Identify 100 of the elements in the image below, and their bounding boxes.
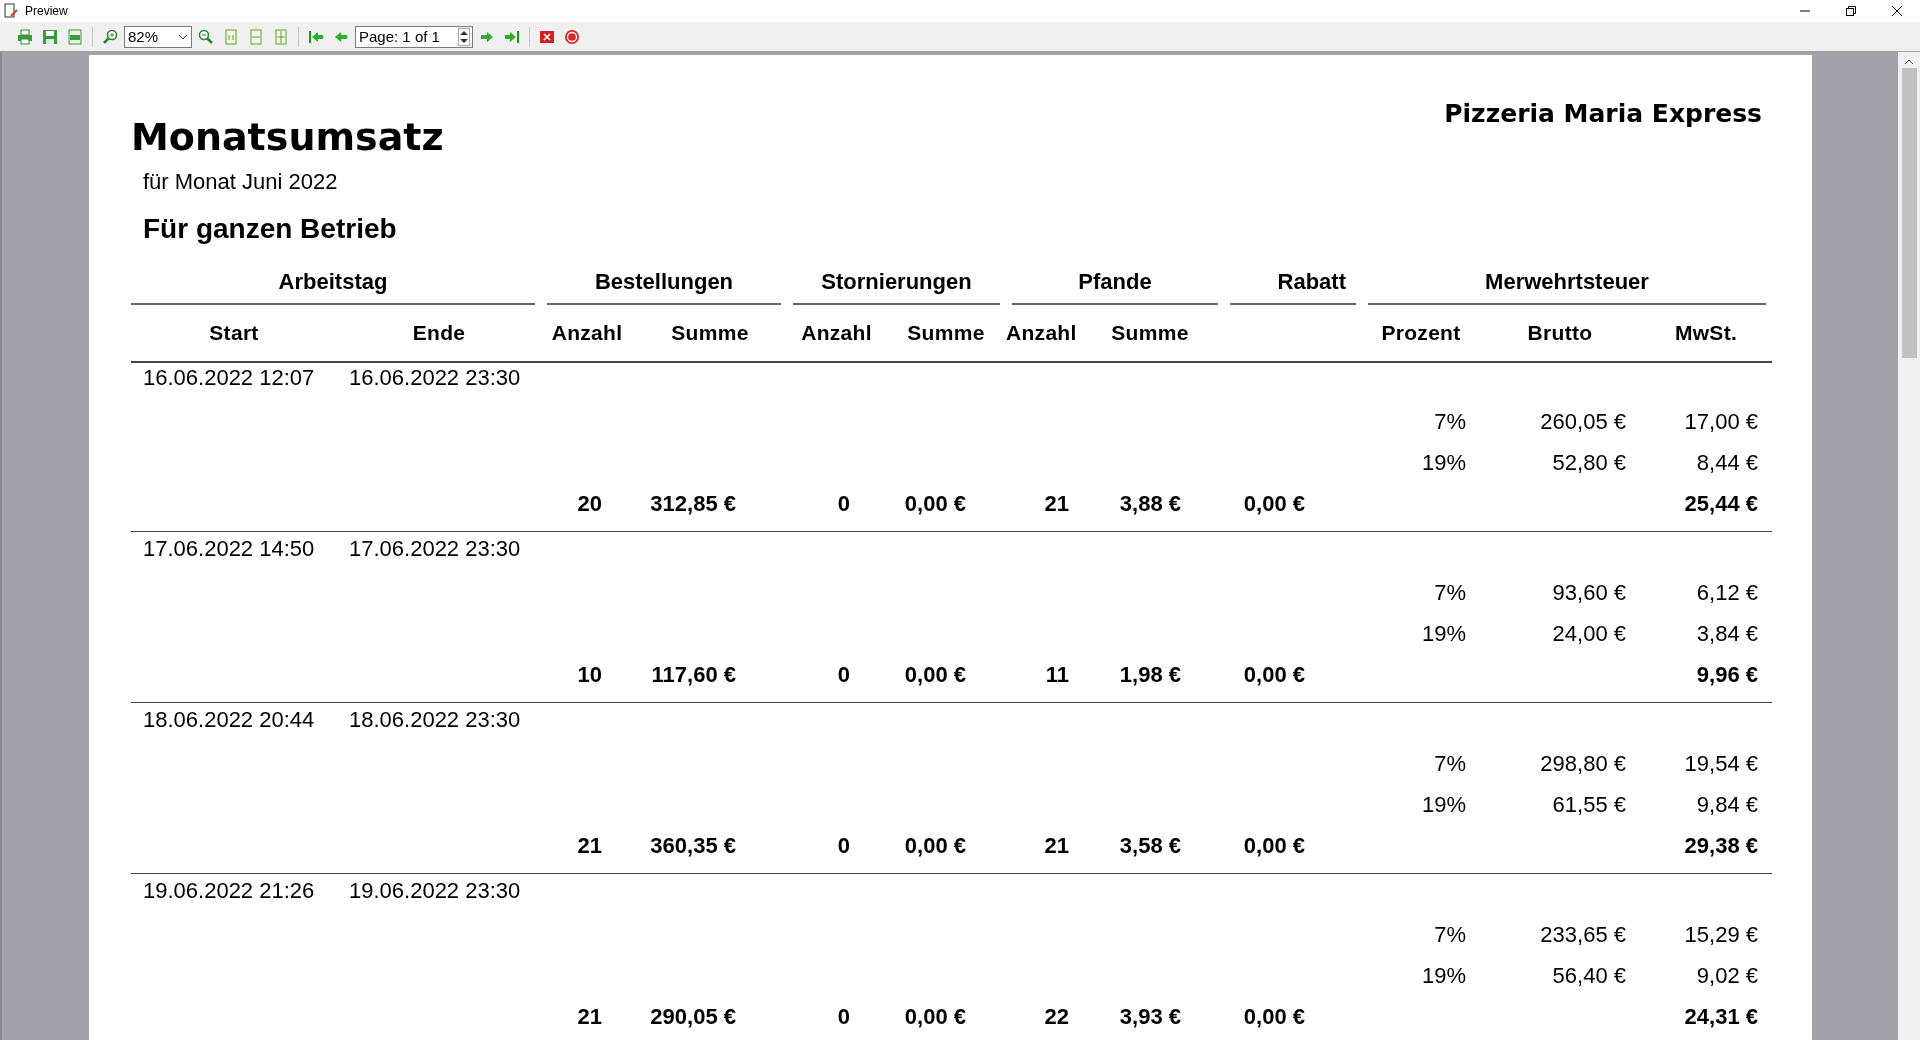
table-cell-text: 1,98 € (1118, 661, 1182, 689)
window-title: Preview (25, 4, 69, 18)
column-header: Anzahl (1006, 305, 1076, 363)
table-cell-text: 21 (1043, 832, 1070, 860)
last-page-icon (504, 28, 520, 45)
column-header: Start (131, 305, 337, 363)
table-cell-text: 93,60 € (1551, 579, 1627, 607)
table-cell-text: 0,00 € (1242, 661, 1306, 689)
table-cell-text: 3,58 € (1118, 832, 1182, 860)
column-header: MwSt. (1640, 305, 1772, 363)
table-cell-text: 20 (576, 490, 603, 518)
spin-down-icon[interactable] (460, 38, 468, 43)
table-cell-text: 24,31 € (1683, 1003, 1759, 1031)
table-cell-text: 360,35 € (649, 832, 737, 860)
table-cell-text: 21 (576, 832, 603, 860)
table-cell-text: 3,93 € (1118, 1003, 1182, 1031)
close-icon (1891, 5, 1903, 17)
table-cell-text: 298,80 € (1539, 750, 1627, 778)
table-cell-text: 0,00 € (903, 832, 967, 860)
table-cell-text: 18.06.2022 23:30 (348, 706, 522, 734)
zoom-dropdown[interactable]: 82% (124, 25, 192, 48)
table-cell-text: 3,84 € (1695, 620, 1759, 648)
group-header: Merwehrtsteuer (1368, 257, 1766, 305)
report-title: Monatsumsatz (131, 115, 444, 159)
column-header: Anzahl (787, 305, 886, 363)
table-cell-text: 10 (576, 661, 603, 689)
column-header: Ende (337, 305, 541, 363)
table-cell-text: 15,29 € (1683, 921, 1759, 949)
table-cell-text: 9,84 € (1695, 791, 1759, 819)
report-period: für Monat Juni 2022 (143, 169, 339, 195)
table-cell-text: 7% (1433, 921, 1467, 949)
table-cell-text: 21 (576, 1003, 603, 1031)
table-cell-text: 16.06.2022 23:30 (348, 364, 522, 392)
table-cell-text: 19% (1420, 449, 1467, 477)
table-cell-text: 17.06.2022 14:50 (142, 535, 316, 563)
table-cell-text: 0,00 € (903, 1003, 967, 1031)
report-scope: Für ganzen Betrieb (143, 213, 398, 245)
table-cell-text: 29,38 € (1683, 832, 1759, 860)
table-cell-text: 19% (1420, 962, 1467, 990)
table-cell-text: 8,44 € (1695, 449, 1759, 477)
table-cell-text: 260,05 € (1539, 408, 1627, 436)
table-cell-text: 52,80 € (1551, 449, 1627, 477)
column-header: Prozent (1362, 305, 1480, 363)
table-cell-text: 0 (836, 661, 851, 689)
table-cell-text: 0 (836, 490, 851, 518)
app-icon (3, 3, 19, 19)
table-cell-text: 22 (1043, 1003, 1070, 1031)
table-cell-text: 7% (1433, 408, 1467, 436)
column-header: Summe (886, 305, 1006, 363)
help-icon (564, 28, 580, 45)
table-cell-text: 0,00 € (1242, 490, 1306, 518)
table-cell-text: 61,55 € (1551, 791, 1627, 819)
table-cell-text: 0,00 € (903, 490, 967, 518)
table-cell-text: 0,00 € (903, 661, 967, 689)
table-cell-text: 3,88 € (1118, 490, 1182, 518)
table-cell-text: 19.06.2022 21:26 (142, 877, 316, 905)
group-header: Pfande (1012, 257, 1218, 305)
table-cell-text: 19.06.2022 23:30 (348, 877, 522, 905)
close-icon (539, 28, 555, 45)
column-header: Summe (633, 305, 787, 363)
table-cell-text: 9,96 € (1695, 661, 1759, 689)
table-cell-text: 16.06.2022 12:07 (142, 364, 316, 392)
first-page-icon (308, 28, 324, 45)
table-cell-text: 0 (836, 832, 851, 860)
column-header: Summe (1076, 305, 1224, 363)
table-cell-text: 117,60 € (650, 661, 737, 689)
group-header: Arbeitstag (131, 257, 535, 305)
table-cell-text: 0,00 € (1242, 832, 1306, 860)
scroll-up-icon[interactable] (1904, 58, 1914, 66)
group-header: Stornierungen (793, 257, 1000, 305)
table-cell-text: 9,02 € (1695, 962, 1759, 990)
column-header: Brutto (1480, 305, 1640, 363)
table-cell-text: 312,85 € (649, 490, 737, 518)
table-cell-text: 0,00 € (1242, 1003, 1306, 1031)
table-cell-text: 18.06.2022 20:44 (142, 706, 316, 734)
table-cell-text: 7% (1433, 579, 1467, 607)
table-cell-text: 19% (1420, 791, 1467, 819)
spin-up-icon[interactable] (460, 30, 468, 35)
group-header: Rabatt (1230, 257, 1356, 305)
scrollbar-thumb[interactable] (1901, 68, 1917, 358)
table-cell-text: 7% (1433, 750, 1467, 778)
table-cell-text: 17,00 € (1683, 408, 1759, 436)
group-header: Bestellungen (547, 257, 781, 305)
table-cell-text: 21 (1043, 490, 1070, 518)
table-cell-text: 25,44 € (1683, 490, 1759, 518)
company-name: Pizzeria Maria Express (1444, 99, 1762, 128)
table-cell-text: 0 (836, 1003, 851, 1031)
table-cell-text: 19% (1420, 620, 1467, 648)
caret-icon (178, 33, 188, 40)
table-cell-text: 233,65 € (1539, 921, 1627, 949)
table-cell-text: 11 (1044, 661, 1070, 689)
table-cell-text: 19,54 € (1683, 750, 1759, 778)
table-cell-text: 17.06.2022 23:30 (348, 535, 522, 563)
table-cell-text: 56,40 € (1551, 962, 1627, 990)
table-cell-text: 6,12 € (1695, 579, 1759, 607)
table-cell-text: 290,05 € (649, 1003, 737, 1031)
table-cell-text: 24,00 € (1551, 620, 1627, 648)
column-header: Anzahl (541, 305, 633, 363)
page-field[interactable]: Page: 1 of 1 (355, 25, 473, 48)
restore-icon (1845, 5, 1857, 17)
